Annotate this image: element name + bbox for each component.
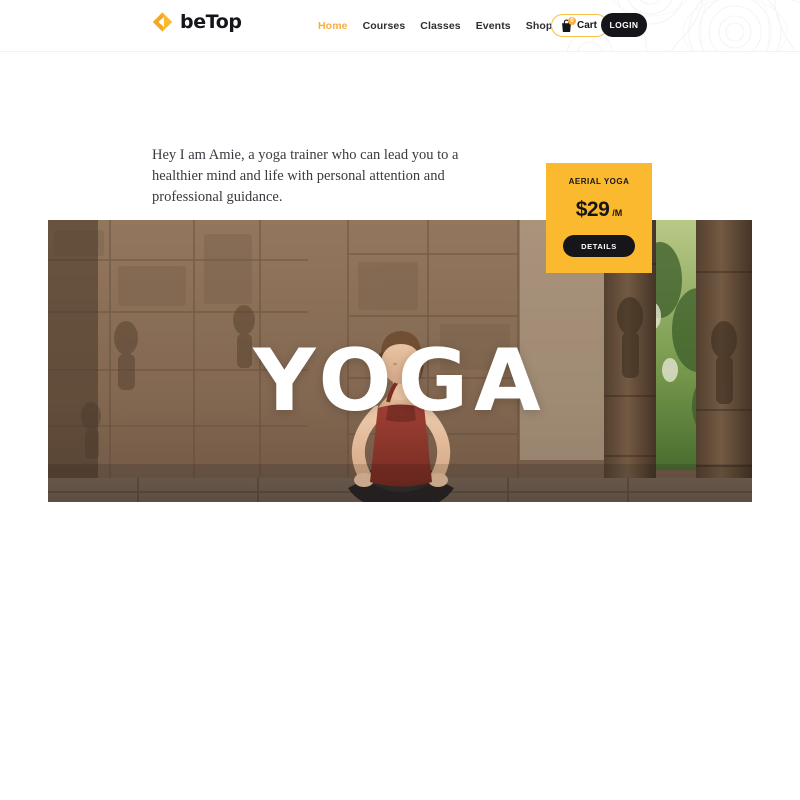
- nav-item-courses[interactable]: Courses: [363, 20, 406, 32]
- shopping-bag-icon: 0: [560, 16, 576, 33]
- nav-item-events[interactable]: Events: [476, 20, 511, 32]
- price-amount-row: $29 /M: [576, 198, 623, 222]
- logo-text: beTop: [180, 11, 242, 33]
- nav-item-shop[interactable]: Shop: [526, 20, 553, 32]
- gallery-section: Find your inner beauty through yoga and …: [0, 502, 800, 800]
- price-card-title: AERIAL YOGA: [568, 177, 630, 186]
- price-amount: $29: [575, 198, 610, 221]
- site-header: beTop Home Courses Classes Events Shop P…: [0, 0, 800, 52]
- nav-item-classes[interactable]: Classes: [420, 20, 460, 32]
- hero-intro-text: Hey I am Amie, a yoga trainer who can le…: [152, 147, 459, 205]
- diamond-arrow-logo-icon: [152, 12, 173, 32]
- cart-count-badge: 0: [568, 16, 576, 25]
- hero-overlay-word: YOGA: [253, 331, 547, 431]
- cart-button[interactable]: 0 Cart: [551, 14, 609, 37]
- details-button[interactable]: DETAILS: [563, 235, 635, 257]
- aerial-yoga-price-card: AERIAL YOGA $29 /M DETAILS: [546, 163, 652, 273]
- price-period: /M: [612, 208, 623, 218]
- nav-item-home[interactable]: Home: [318, 20, 348, 32]
- login-button[interactable]: LOGIN: [601, 13, 647, 37]
- logo[interactable]: beTop: [152, 11, 242, 33]
- hero-section: Hey I am Amie, a yoga trainer who can le…: [0, 52, 800, 544]
- cart-label: Cart: [577, 20, 598, 31]
